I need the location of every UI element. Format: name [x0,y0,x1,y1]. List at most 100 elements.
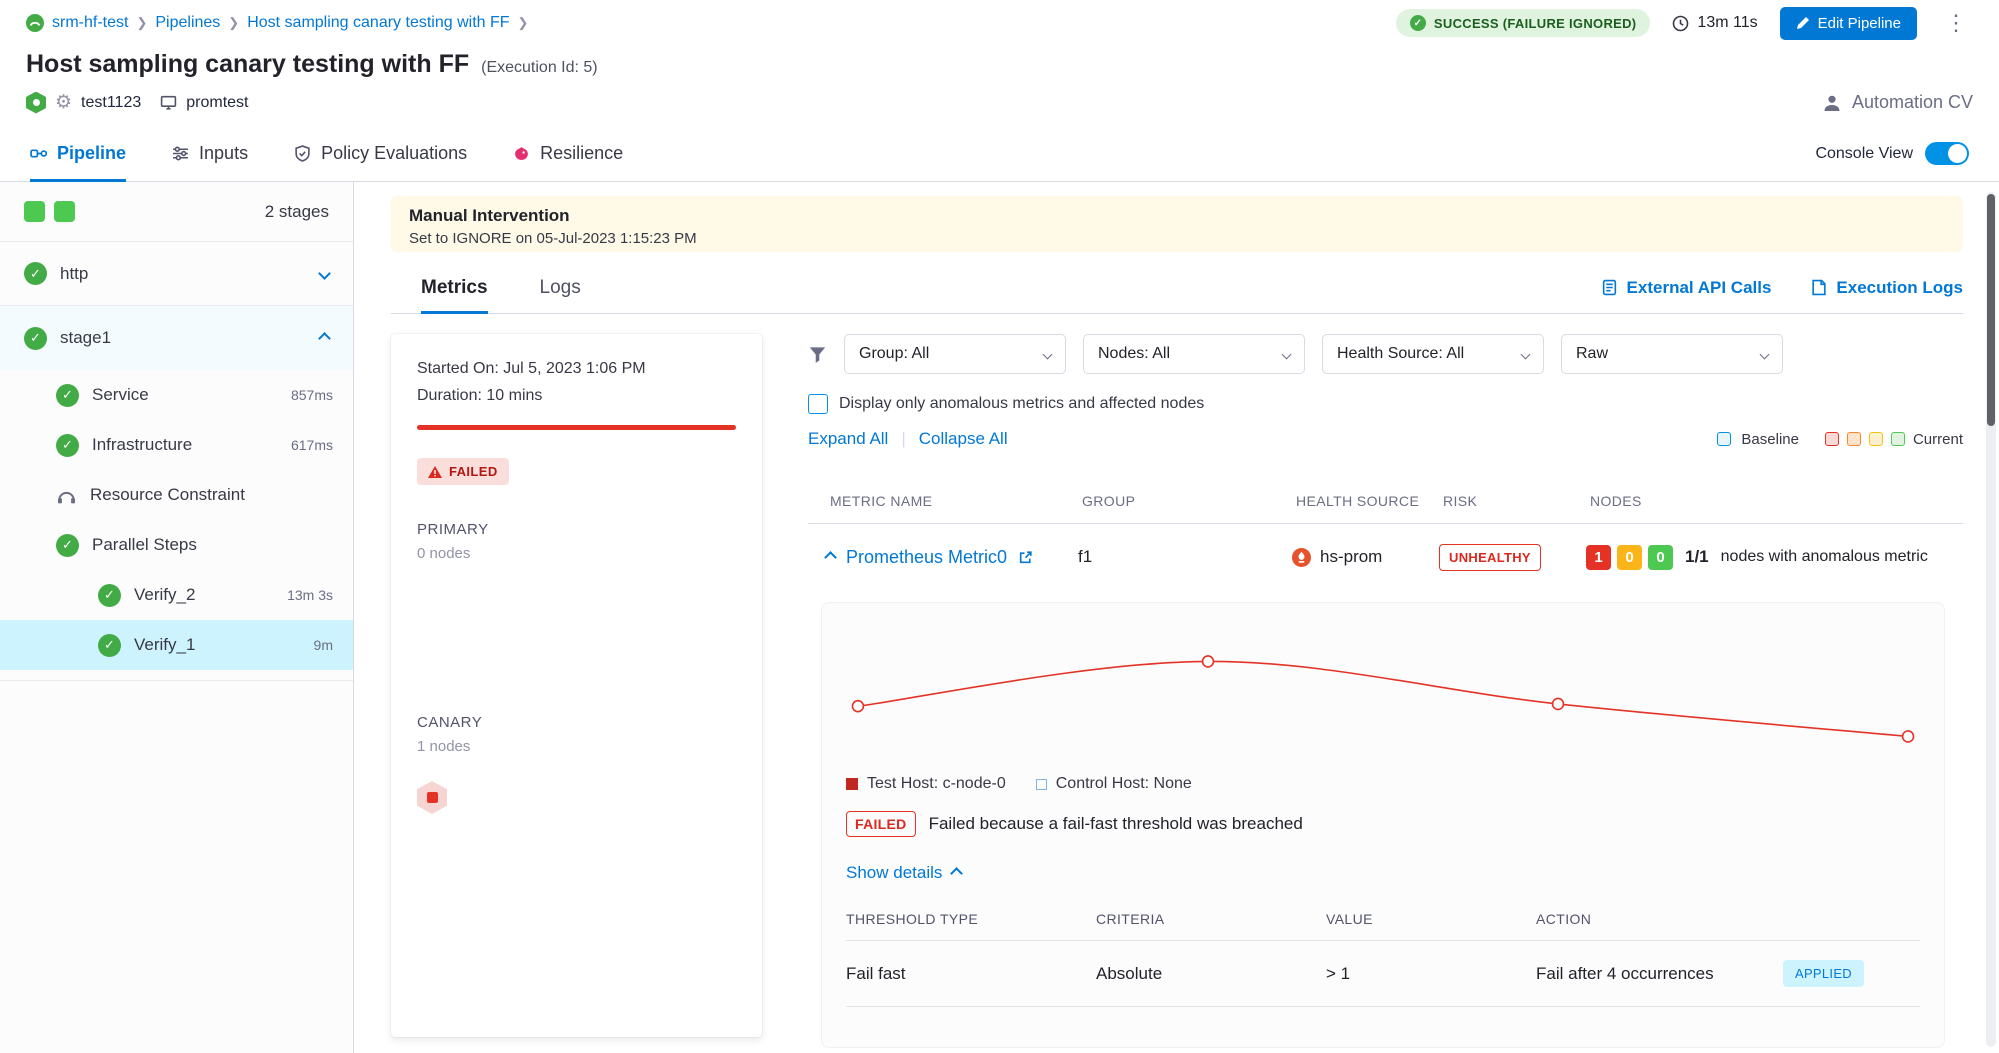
metric-group: f1 [1078,547,1292,567]
sidebar-step-resource-constraint[interactable]: Resource Constraint [0,470,353,520]
metrics-table-header: METRIC NAME GROUP HEALTH SOURCE RISK NOD… [808,493,1963,524]
current-green-swatch-icon [1891,432,1905,446]
current-yellow-swatch-icon [1869,432,1883,446]
resource-constraint-icon [56,485,77,506]
tab-metrics[interactable]: Metrics [421,262,488,313]
step-label: Verify_1 [134,635,195,655]
group-filter-value: Group: All [859,345,929,363]
metric-name-link[interactable]: Prometheus Metric0 [846,547,1007,568]
tab-policy-evaluations[interactable]: Policy Evaluations [294,126,467,181]
sidebar-step-parallel-steps[interactable]: Parallel Steps [0,520,353,570]
baseline-swatch-icon [1717,432,1731,446]
data-mode-value: Raw [1576,345,1608,363]
status-badge-label: SUCCESS (FAILURE IGNORED) [1434,16,1637,31]
user-icon [1822,93,1842,113]
breadcrumb-project[interactable]: srm-hf-test [52,14,128,32]
show-details-toggle[interactable]: Show details [846,863,1920,883]
service-icon [26,92,46,114]
environment-icon [160,94,177,111]
nodes-filter-select[interactable]: Nodes: All [1083,334,1305,374]
external-link-icon[interactable] [1018,550,1033,565]
collapse-all-link[interactable]: Collapse All [919,429,1008,449]
healthy-node-count-badge: 0 [1648,545,1673,570]
filter-icon[interactable] [808,345,827,364]
banner-subtitle: Set to IGNORE on 05-Jul-2023 1:15:23 PM [409,230,1945,247]
breadcrumb-separator: ❯ [518,15,529,31]
expand-all-link[interactable]: Expand All [808,429,888,449]
collapse-metric-chevron-icon[interactable] [824,551,837,564]
sidebar-step-verify2[interactable]: Verify_2 13m 3s [0,570,353,620]
harness-logo-icon [26,14,44,32]
success-check-icon [24,262,47,285]
data-mode-select[interactable]: Raw [1561,334,1783,374]
breadcrumb-pipelines[interactable]: Pipelines [155,14,220,32]
scrollbar-thumb[interactable] [1987,194,1995,426]
sidebar-step-verify1[interactable]: Verify_1 9m [0,620,353,670]
step-duration: 13m 3s [287,587,333,603]
clock-icon [1672,15,1689,32]
stages-summary: 2 stages [0,182,353,242]
tab-logs[interactable]: Logs [540,262,581,313]
threshold-criteria: Absolute [1096,964,1326,984]
health-source-filter-select[interactable]: Health Source: All [1322,334,1544,374]
threshold-table-header: THRESHOLD TYPE CRITERIA VALUE ACTION [846,911,1920,941]
check-circle-icon [1410,15,1426,31]
metrics-analysis-panel: Group: All Nodes: All Health Source: All… [808,334,1963,1037]
anomalous-only-checkbox[interactable] [808,394,828,414]
chevron-down-icon[interactable] [318,267,331,280]
more-options-icon[interactable]: ⋮ [1939,10,1973,36]
col-action: ACTION [1536,911,1920,927]
pipeline-icon [30,145,47,162]
sidebar-stage-stage1[interactable]: stage1 [0,306,353,370]
threshold-type: Fail fast [846,964,1096,984]
chevron-up-icon [951,867,964,880]
warning-node-count-badge: 0 [1617,545,1642,570]
external-api-calls-label: External API Calls [1627,278,1772,298]
col-metric-name: METRIC NAME [830,493,1082,509]
anomalous-only-label: Display only anomalous metrics and affec… [839,395,1204,413]
metric-chart-legend: Test Host: c-node-0 Control Host: None [846,775,1920,793]
threshold-value: > 1 [1326,964,1536,984]
tab-resilience[interactable]: Resilience [513,126,623,181]
sidebar-step-infrastructure[interactable]: Infrastructure 617ms [0,420,353,470]
edit-pipeline-button[interactable]: Edit Pipeline [1780,7,1917,40]
tab-pipeline[interactable]: Pipeline [30,126,126,181]
top-bar: srm-hf-test ❯ Pipelines ❯ Host sampling … [0,0,1999,46]
verification-progress-bar [417,425,736,430]
tab-inputs[interactable]: Inputs [172,126,248,181]
divider: | [901,429,905,449]
service-name: test1123 [81,94,141,112]
applied-badge: APPLIED [1783,960,1864,987]
group-filter-select[interactable]: Group: All [844,334,1066,374]
toggle-knob [1948,144,1967,163]
console-view-toggle[interactable] [1925,142,1969,165]
anomalous-nodes-ratio: 1/1 [1685,547,1709,567]
stage-label: stage1 [60,328,111,348]
metric-chart [846,619,1920,771]
baseline-label: Baseline [1741,431,1799,448]
breadcrumb-current[interactable]: Host sampling canary testing with FF [247,14,509,32]
control-host-swatch-icon [1036,779,1047,790]
environment-name: promtest [186,94,248,112]
external-api-calls-link[interactable]: External API Calls [1601,278,1772,298]
col-criteria: CRITERIA [1096,911,1326,927]
control-host-label: Control Host: None [1056,775,1192,793]
stage-status-square-icon [54,201,75,222]
canary-node-hexagon[interactable] [417,781,447,814]
api-doc-icon [1601,279,1618,296]
health-source-name: hs-prom [1320,547,1382,567]
started-on: Started On: Jul 5, 2023 1:06 PM [417,360,736,378]
canary-label: CANARY [417,714,736,731]
chevron-up-icon[interactable] [318,332,331,345]
col-risk: RISK [1443,493,1590,509]
banner-title: Manual Intervention [409,206,1945,226]
sidebar-stage-http[interactable]: http [0,242,353,306]
step-label: Service [92,385,149,405]
success-check-icon [98,634,121,657]
tab-resilience-label: Resilience [540,143,623,164]
sidebar-step-service[interactable]: Service 857ms [0,370,353,420]
nodes-filter-value: Nodes: All [1098,345,1170,363]
execution-logs-link[interactable]: Execution Logs [1811,278,1963,298]
inputs-icon [172,145,189,162]
verification-failed-label: FAILED [449,464,498,479]
